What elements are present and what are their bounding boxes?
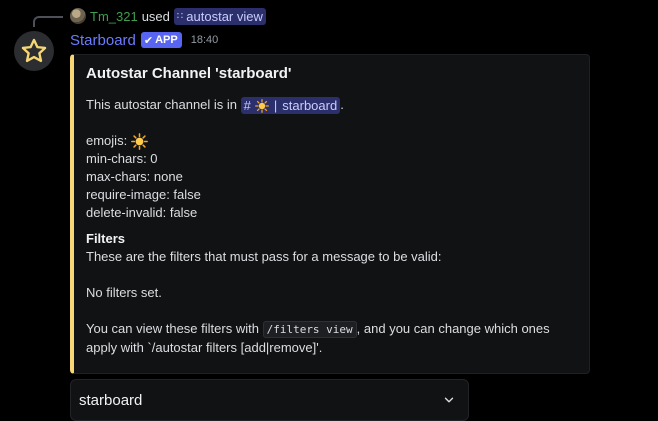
app-badge-label: APP (155, 34, 178, 46)
message-timestamp[interactable]: 18:40 (191, 34, 219, 46)
app-badge: ✔ APP (140, 32, 182, 48)
setting-min-chars: min-chars: 0 (86, 151, 158, 167)
emojis-label: emojis: (86, 133, 128, 149)
reply-context[interactable]: Tm_321 used ∷ autostar view (70, 7, 266, 25)
setting-emojis: emojis: (86, 132, 577, 151)
chevron-down-icon (444, 397, 454, 403)
reply-used-text: used (141, 8, 170, 24)
user-avatar[interactable] (70, 8, 86, 24)
embed-card: Autostar Channel 'starboard' This autost… (70, 54, 590, 374)
command-name: autostar view (186, 8, 263, 24)
setting-delete-invalid: delete-invalid: false (86, 205, 198, 221)
select-value: starboard (79, 391, 143, 409)
bot-name[interactable]: Starboard (70, 32, 136, 49)
bot-avatar[interactable] (14, 31, 54, 71)
channel-select[interactable]: starboard (70, 379, 469, 421)
star-outline-icon (21, 38, 47, 63)
reply-connector (33, 16, 63, 27)
channel-mention[interactable]: # | starboard (240, 97, 341, 115)
footer-line-1: You can view these filters with /filters… (86, 320, 577, 339)
intro-line: This autostar channel is in # | starboar… (86, 96, 577, 115)
filters-description: These are the filters that must pass for… (86, 249, 442, 265)
intro-suffix: . (340, 97, 344, 112)
embed-title: Autostar Channel 'starboard' (86, 65, 292, 82)
filters-heading: Filters (86, 231, 126, 247)
slash-command-icon: ∷ (176, 10, 184, 22)
channel-separator: | (273, 97, 278, 113)
verified-check-icon: ✔ (143, 34, 154, 47)
footer-mid: , and you can change which ones (356, 321, 550, 337)
sun-emoji (130, 133, 148, 151)
footer-line-2: apply with `/autostar filters [add|remov… (86, 340, 323, 356)
channel-name: starboard (282, 97, 338, 113)
command-mention[interactable]: ∷ autostar view (173, 7, 266, 25)
footer-prefix: You can view these filters with (86, 321, 259, 337)
no-filters-text: No filters set. (86, 285, 162, 301)
intro-prefix: This autostar channel is in (86, 97, 238, 112)
hash-icon: # (243, 97, 251, 113)
reply-username[interactable]: Tm_321 (90, 9, 138, 24)
setting-require-image: require-image: false (86, 187, 201, 203)
sun-emoji (254, 98, 269, 113)
message-header: Starboard ✔ APP 18:40 (70, 30, 218, 50)
setting-max-chars: max-chars: none (86, 169, 183, 185)
filters-view-code: /filters view (262, 321, 357, 339)
